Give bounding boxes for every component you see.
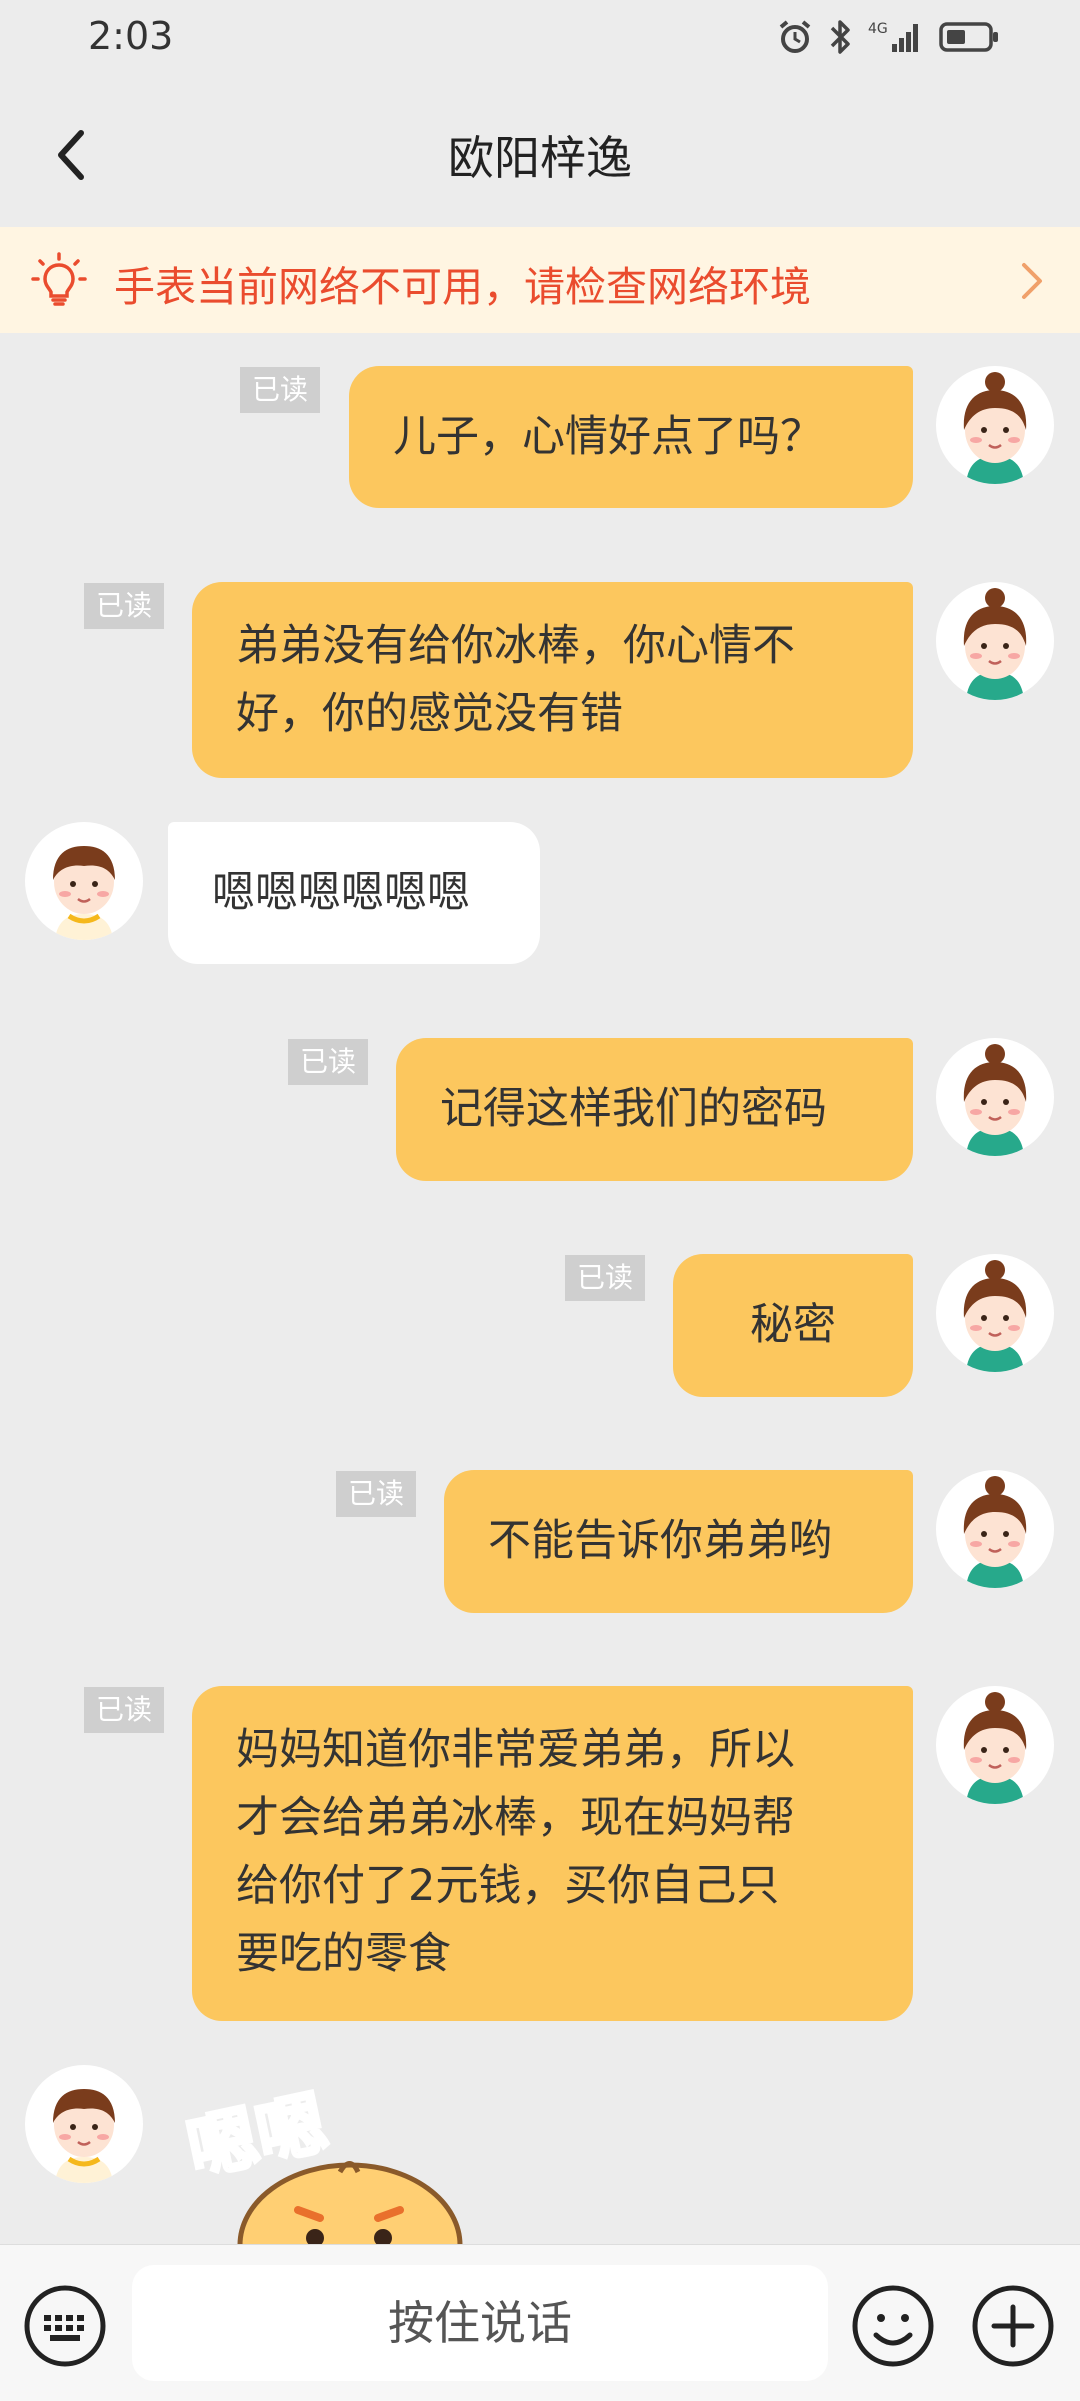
message-text: 儿子，心情好点了吗？ xyxy=(393,412,823,462)
message-bubble-incoming[interactable]: 嗯嗯嗯嗯嗯嗯 xyxy=(168,822,540,964)
mom-avatar[interactable] xyxy=(936,1686,1054,1804)
message-bubble-outgoing[interactable]: 记得这样我们的密码 xyxy=(396,1038,913,1181)
hold-to-talk-button[interactable]: 按住说话 xyxy=(132,2265,828,2381)
keyboard-icon xyxy=(24,2285,106,2367)
message-text-line: 要吃的零食 xyxy=(236,1929,451,1979)
read-badge: 已读 xyxy=(565,1255,646,1301)
message-text-line: 给你付了2元钱，买你自己只 xyxy=(236,1861,780,1911)
bluetooth-icon xyxy=(830,20,850,54)
signal-icon: 4G xyxy=(868,21,918,52)
chevron-right-icon xyxy=(1016,259,1046,307)
status-icons: 4G xyxy=(776,18,1000,56)
status-bar: 2:03 4G xyxy=(0,0,1080,80)
message-text: 不能告诉你弟弟哟 xyxy=(488,1516,832,1566)
message-bubble-outgoing[interactable]: 妈妈知道你非常爱弟弟，所以 才会给弟弟冰棒，现在妈妈帮 给你付了2元钱，买你自己… xyxy=(192,1686,913,2021)
banner-text: 手表当前网络不可用，请检查网络环境 xyxy=(114,263,811,311)
input-bar: 按住说话 xyxy=(0,2244,1080,2401)
lightbulb-icon xyxy=(30,251,88,313)
mom-avatar[interactable] xyxy=(936,1470,1054,1588)
keyboard-button[interactable] xyxy=(22,2283,108,2369)
plus-icon xyxy=(972,2285,1054,2367)
message-text-line: 才会给弟弟冰棒，现在妈妈帮 xyxy=(236,1793,795,1843)
message-text-line: 妈妈知道你非常爱弟弟，所以 xyxy=(236,1725,795,1775)
message-text: 嗯嗯嗯嗯嗯嗯 xyxy=(212,868,470,918)
read-badge: 已读 xyxy=(288,1039,369,1085)
message-bubble-outgoing[interactable]: 秘密 xyxy=(673,1254,913,1397)
page-title: 欧阳梓逸 xyxy=(448,131,632,185)
mom-avatar[interactable] xyxy=(936,582,1054,700)
more-options-button[interactable] xyxy=(970,2283,1056,2369)
read-badge: 已读 xyxy=(336,1471,417,1517)
emoji-button[interactable] xyxy=(850,2283,936,2369)
alarm-icon xyxy=(779,20,811,53)
read-badge: 已读 xyxy=(84,1687,165,1733)
network-warning-banner[interactable]: 手表当前网络不可用，请检查网络环境 xyxy=(0,227,1080,333)
mom-avatar[interactable] xyxy=(936,1038,1054,1156)
nav-bar: 欧阳梓逸 xyxy=(0,80,1080,225)
read-badge: 已读 xyxy=(240,367,321,413)
message-text-line: 好，你的感觉没有错 xyxy=(236,689,623,739)
message-bubble-outgoing[interactable]: 儿子，心情好点了吗？ xyxy=(349,366,913,508)
message-text-line: 弟弟没有给你冰棒，你心情不 xyxy=(236,621,795,671)
mom-avatar[interactable] xyxy=(936,1254,1054,1372)
read-badge: 已读 xyxy=(84,583,165,629)
message-bubble-outgoing[interactable]: 不能告诉你弟弟哟 xyxy=(444,1470,913,1613)
message-text: 记得这样我们的密码 xyxy=(440,1084,827,1134)
battery-icon xyxy=(939,22,998,52)
status-time: 2:03 xyxy=(88,14,174,58)
emoji-icon xyxy=(852,2285,934,2367)
message-text: 秘密 xyxy=(750,1300,836,1350)
child-avatar[interactable] xyxy=(25,822,143,940)
child-avatar[interactable] xyxy=(25,2065,143,2183)
sticker-message[interactable]: 嗯嗯 xyxy=(180,2060,510,2245)
mom-avatar[interactable] xyxy=(936,366,1054,484)
message-bubble-outgoing[interactable]: 弟弟没有给你冰棒，你心情不 好，你的感觉没有错 xyxy=(192,582,913,778)
svg-text:4G: 4G xyxy=(868,21,888,37)
